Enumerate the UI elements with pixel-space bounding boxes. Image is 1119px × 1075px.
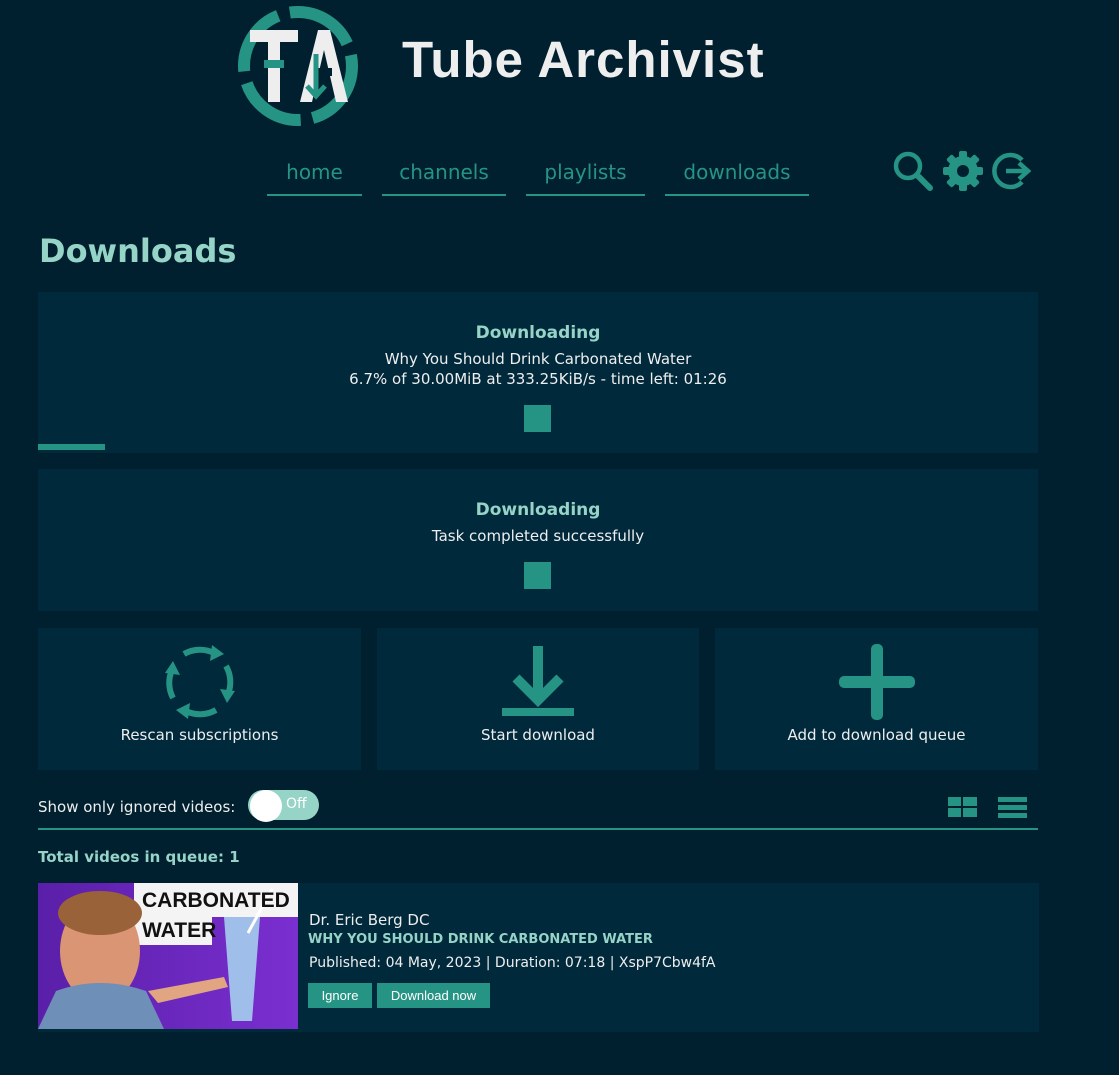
add-to-download-queue-button[interactable]: Add to download queue (715, 628, 1038, 770)
queue-video-item: CARBONATED WATER Dr. Eric Berg DC WHY YO… (38, 883, 1039, 1032)
rescan-subscriptions-label: Rescan subscriptions (120, 726, 279, 744)
notification-title: Downloading (475, 500, 601, 520)
rescan-subscriptions-button[interactable]: Rescan subscriptions (38, 628, 361, 770)
ignore-button[interactable]: Ignore (308, 983, 372, 1008)
toggle-state-text: Off (286, 796, 307, 812)
thumbnail-text-carbonated: CARBONATED (142, 889, 290, 912)
nav-home[interactable]: home (267, 156, 362, 196)
tube-archivist-logo-icon (238, 6, 358, 126)
video-channel[interactable]: Dr. Eric Berg DC (309, 911, 429, 929)
page-title: Downloads (39, 232, 237, 270)
completed-notification: Downloading Task completed successfully (38, 469, 1038, 611)
notification-video-title: Why You Should Drink Carbonated Water (384, 350, 692, 368)
logo-text: Tube Archivist (402, 31, 765, 88)
stop-button[interactable] (524, 562, 551, 589)
add-to-download-queue-label: Add to download queue (787, 726, 966, 744)
video-title[interactable]: WHY YOU SHOULD DRINK CARBONATED WATER (308, 932, 653, 947)
download-now-button[interactable]: Download now (377, 983, 490, 1008)
rescan-icon (165, 645, 235, 719)
ignored-filter-label: Show only ignored videos: (38, 798, 236, 816)
start-download-label: Start download (481, 726, 595, 744)
progress-bar (38, 444, 105, 450)
queue-count: Total videos in queue: 1 (38, 848, 240, 866)
gear-icon[interactable] (942, 150, 984, 192)
nav-downloads[interactable]: downloads (665, 156, 809, 196)
notification-status-text: Task completed successfully (431, 527, 645, 545)
logout-icon[interactable] (992, 150, 1034, 192)
download-icon (502, 646, 574, 716)
list-view-icon[interactable] (998, 797, 1027, 818)
notification-progress-text: 6.7% of 30.00MiB at 333.25KiB/s - time l… (349, 370, 727, 388)
thumbnail-text-water: WATER (142, 919, 216, 942)
start-download-button[interactable]: Start download (377, 628, 699, 770)
video-meta: Published: 04 May, 2023 | Duration: 07:1… (309, 955, 716, 971)
grid-view-icon[interactable] (948, 797, 977, 818)
add-icon (839, 644, 915, 720)
nav-playlists[interactable]: playlists (526, 156, 645, 196)
divider (38, 828, 1038, 830)
notification-title: Downloading (475, 323, 601, 343)
video-thumbnail[interactable]: CARBONATED WATER (38, 883, 298, 1029)
nav-channels[interactable]: channels (382, 156, 506, 196)
toggle-knob (250, 790, 282, 822)
download-notification: Downloading Why You Should Drink Carbona… (38, 292, 1038, 453)
ignored-videos-toggle[interactable]: Off (248, 790, 319, 822)
stop-button[interactable] (524, 405, 551, 432)
search-icon[interactable] (892, 150, 934, 192)
